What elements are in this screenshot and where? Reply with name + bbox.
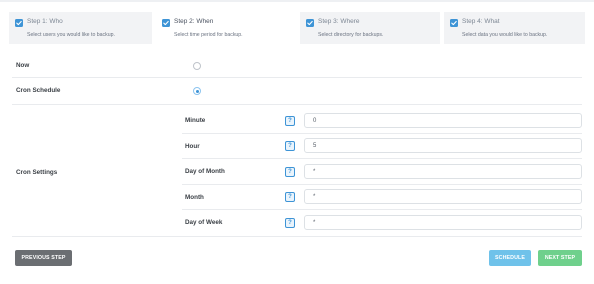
minute-input[interactable]: 0 — [304, 113, 582, 128]
wizard-step-when[interactable]: Step 2: When Select time period for back… — [156, 12, 300, 44]
month-input[interactable]: * — [304, 189, 582, 204]
checkbox-checked-icon[interactable] — [450, 19, 458, 27]
cron-settings-label: Cron Settings — [16, 169, 58, 176]
month-label: Month — [185, 194, 204, 201]
next-step-button[interactable]: NEXT STEP — [538, 250, 582, 266]
help-icon[interactable]: ? — [285, 192, 295, 202]
now-label: Now — [16, 62, 30, 69]
checkbox-checked-icon[interactable] — [162, 19, 170, 27]
minute-label: Minute — [185, 117, 206, 124]
help-icon[interactable]: ? — [285, 218, 295, 228]
previous-step-button[interactable]: PREVIOUS STEP — [15, 250, 72, 266]
wizard-step-what[interactable]: Step 4: What Select data you would like … — [444, 12, 585, 44]
hour-input[interactable]: 5 — [304, 138, 582, 153]
day-of-week-input[interactable]: * — [304, 215, 582, 230]
top-divider — [0, 0, 594, 2]
row-divider — [12, 77, 582, 78]
now-radio[interactable] — [193, 62, 201, 70]
step-title: Step 4: What — [462, 18, 500, 25]
help-icon[interactable]: ? — [285, 141, 295, 151]
row-divider — [182, 184, 582, 185]
step-description: Select time period for backup. — [174, 32, 243, 38]
wizard-step-who[interactable]: Step 1: Who Select users you would like … — [9, 12, 152, 44]
row-divider — [182, 133, 582, 134]
step-description: Select data you would like to backup. — [462, 32, 548, 38]
schedule-button[interactable]: SCHEDULE — [489, 250, 531, 266]
row-divider — [12, 104, 582, 105]
row-divider — [182, 209, 582, 210]
cron-schedule-radio[interactable] — [193, 87, 201, 95]
checkbox-checked-icon[interactable] — [15, 19, 23, 27]
day-of-month-label: Day of Month — [185, 168, 225, 175]
step-title: Step 2: When — [174, 18, 214, 25]
step-title: Step 1: Who — [27, 18, 63, 25]
checkbox-checked-icon[interactable] — [306, 19, 314, 27]
row-divider — [12, 236, 582, 237]
step-title: Step 3: Where — [318, 18, 360, 25]
help-icon[interactable]: ? — [285, 116, 295, 126]
hour-label: Hour — [185, 143, 200, 150]
step-description: Select directory for backups. — [318, 32, 384, 38]
help-icon[interactable]: ? — [285, 167, 295, 177]
day-of-month-input[interactable]: * — [304, 164, 582, 179]
wizard-step-where[interactable]: Step 3: Where Select directory for backu… — [300, 12, 440, 44]
cron-schedule-label: Cron Schedule — [16, 87, 61, 94]
step-description: Select users you would like to backup. — [27, 32, 115, 38]
day-of-week-label: Day of Week — [185, 219, 223, 226]
wizard-steps: Step 1: Who Select users you would like … — [9, 12, 585, 44]
row-divider — [182, 158, 582, 159]
